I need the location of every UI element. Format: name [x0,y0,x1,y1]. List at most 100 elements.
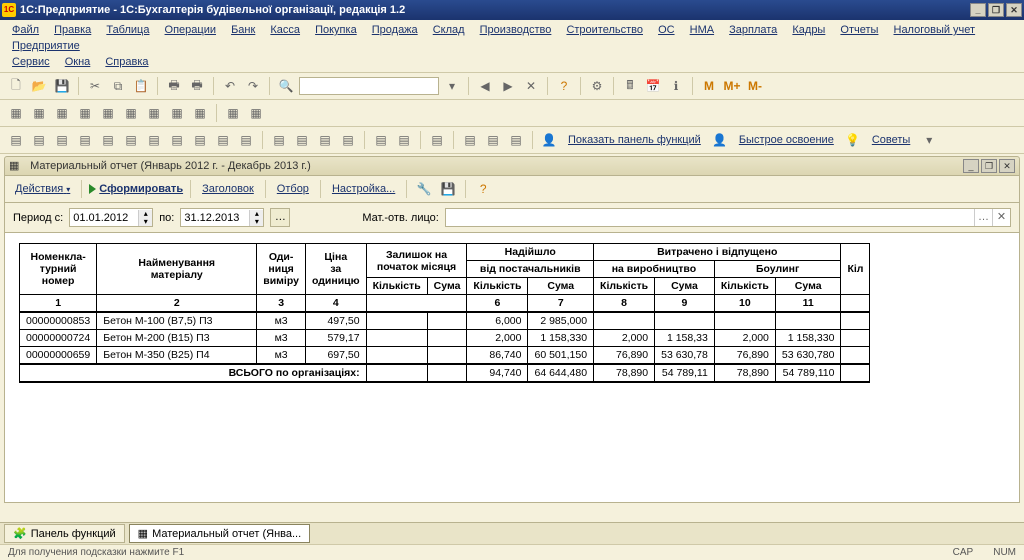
report04-icon[interactable]: ▦ [75,103,95,123]
menu-hr[interactable]: Кадры [786,22,831,38]
menu-table[interactable]: Таблица [100,22,155,38]
menu-reports[interactable]: Отчеты [834,22,884,38]
form-button[interactable]: Сформировать [89,183,183,195]
save-icon[interactable]: 💾 [52,76,72,96]
task-material-report[interactable]: ▦ Материальный отчет (Янва... [129,524,311,543]
header-button[interactable]: Заголовок [198,181,258,197]
report10-icon[interactable]: ▦ [223,103,243,123]
forward-icon[interactable]: ▶ [498,76,518,96]
restore-settings-icon[interactable]: 🔧 [414,179,434,199]
acct01-icon[interactable]: ▤ [6,130,26,150]
acct12-icon[interactable]: ▤ [269,130,289,150]
menu-help[interactable]: Справка [99,54,154,70]
show-fn-panel-link[interactable]: Показать панель функций [562,134,707,146]
menu-edit[interactable]: Правка [48,22,97,38]
tips-icon[interactable]: 💡 [843,130,863,150]
menu-sale[interactable]: Продажа [366,22,424,38]
print-icon[interactable]: 🖶 [164,76,184,96]
stop-icon[interactable]: ✕ [521,76,541,96]
menu-warehouse[interactable]: Склад [427,22,471,38]
acct06-icon[interactable]: ▤ [121,130,141,150]
menu-nma[interactable]: НМА [684,22,720,38]
acct21-icon[interactable]: ▤ [506,130,526,150]
doc-restore-button[interactable]: ❐ [981,159,997,173]
filter-button[interactable]: Отбор [273,181,313,197]
menu-construction[interactable]: Строительство [560,22,649,38]
quick-link[interactable]: Быстрое освоение [733,134,840,146]
search-dropdown-icon[interactable]: ▾ [442,76,462,96]
menu-salary[interactable]: Зарплата [723,22,783,38]
acct07-icon[interactable]: ▤ [144,130,164,150]
report11-icon[interactable]: ▦ [246,103,266,123]
settings-button[interactable]: Настройка... [328,181,399,197]
menu-enterprise[interactable]: Предприятие [6,38,86,54]
tips-dropdown-icon[interactable]: ▾ [919,130,939,150]
acct05-icon[interactable]: ▤ [98,130,118,150]
report01-icon[interactable]: ▦ [6,103,26,123]
acct19-icon[interactable]: ▤ [460,130,480,150]
search-input[interactable] [299,77,439,95]
menu-windows[interactable]: Окна [59,54,97,70]
mem-mminus-button[interactable]: M- [745,76,765,96]
mem-mplus-button[interactable]: M+ [722,76,742,96]
acct20-icon[interactable]: ▤ [483,130,503,150]
report03-icon[interactable]: ▦ [52,103,72,123]
doc-help-icon[interactable]: ? [473,179,493,199]
report05-icon[interactable]: ▦ [98,103,118,123]
help-icon[interactable]: ? [554,76,574,96]
redo-icon[interactable]: ↷ [243,76,263,96]
menu-cash[interactable]: Касса [264,22,306,38]
menu-production[interactable]: Производство [474,22,558,38]
close-button[interactable]: ✕ [1006,3,1022,17]
doc-minimize-button[interactable]: _ [963,159,979,173]
menu-purchase[interactable]: Покупка [309,22,363,38]
matotv-input[interactable]: … ✕ [445,208,1011,227]
find-icon[interactable]: 🔍 [276,76,296,96]
actions-menu[interactable]: Действия ▾ [11,181,74,197]
acct17-icon[interactable]: ▤ [394,130,414,150]
menu-file[interactable]: Файл [6,22,45,38]
copy-icon[interactable]: ⧉ [108,76,128,96]
save-settings-icon[interactable]: 💾 [438,179,458,199]
cut-icon[interactable]: ✂ [85,76,105,96]
tips-link[interactable]: Советы [866,134,916,146]
report02-icon[interactable]: ▦ [29,103,49,123]
menu-service[interactable]: Сервис [6,54,56,70]
back-icon[interactable]: ◀ [475,76,495,96]
paste-icon[interactable]: 📋 [131,76,151,96]
doc-close-button[interactable]: ✕ [999,159,1015,173]
quick-icon[interactable]: 👤 [710,130,730,150]
acct16-icon[interactable]: ▤ [371,130,391,150]
calendar-icon[interactable]: 📅 [643,76,663,96]
acct11-icon[interactable]: ▤ [236,130,256,150]
acct14-icon[interactable]: ▤ [315,130,335,150]
task-fn-panel[interactable]: 🧩 Панель функций [4,524,125,543]
matotv-select-icon[interactable]: … [974,209,992,226]
mem-m-button[interactable]: M [699,76,719,96]
minimize-button[interactable]: _ [970,3,986,17]
acct03-icon[interactable]: ▤ [52,130,72,150]
menu-tax[interactable]: Налоговый учет [888,22,982,38]
period-select-button[interactable]: … [270,208,290,227]
period-from-input[interactable]: ▴▾ [69,208,153,227]
period-to-input[interactable]: ▴▾ [180,208,264,227]
new-doc-icon[interactable]: 🗋 [6,76,26,96]
report08-icon[interactable]: ▦ [167,103,187,123]
acct18-icon[interactable]: ▤ [427,130,447,150]
settings-icon[interactable]: ⚙ [587,76,607,96]
acct04-icon[interactable]: ▤ [75,130,95,150]
acct13-icon[interactable]: ▤ [292,130,312,150]
acct08-icon[interactable]: ▤ [167,130,187,150]
report06-icon[interactable]: ▦ [121,103,141,123]
acct02-icon[interactable]: ▤ [29,130,49,150]
acct15-icon[interactable]: ▤ [338,130,358,150]
print-preview-icon[interactable]: 🖶 [187,76,207,96]
report-pane[interactable]: Номенкла- турний номер Найменування мате… [4,233,1020,503]
acct10-icon[interactable]: ▤ [213,130,233,150]
restore-button[interactable]: ❐ [988,3,1004,17]
fn-panel-icon[interactable]: 👤 [539,130,559,150]
info-icon[interactable]: ℹ [666,76,686,96]
report07-icon[interactable]: ▦ [144,103,164,123]
report09-icon[interactable]: ▦ [190,103,210,123]
acct09-icon[interactable]: ▤ [190,130,210,150]
